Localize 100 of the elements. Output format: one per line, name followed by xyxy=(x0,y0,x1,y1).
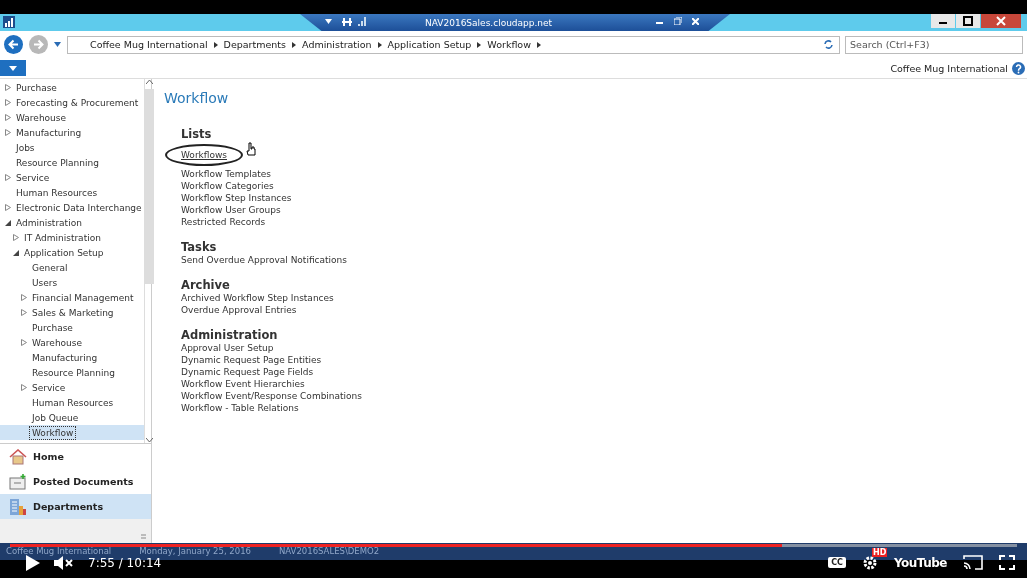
status-text: Monday, January 25, 2016 xyxy=(139,546,251,556)
time-display: 7:55 / 10:14 xyxy=(88,555,162,570)
refresh-icon[interactable] xyxy=(824,40,833,49)
expand-icon[interactable] xyxy=(21,309,27,316)
grip-icon[interactable] xyxy=(141,534,146,539)
page-link[interactable]: Restricted Records xyxy=(181,216,266,228)
expand-icon[interactable] xyxy=(5,174,11,181)
breadcrumb-link[interactable]: Application Setup xyxy=(387,39,472,50)
navigation-pane-button[interactable]: Departments xyxy=(0,494,151,519)
page-link[interactable]: Workflow Categories xyxy=(181,180,274,192)
fullscreen-icon[interactable] xyxy=(999,555,1015,570)
close-icon[interactable] xyxy=(692,18,699,25)
tree-item[interactable]: Warehouse xyxy=(30,336,85,349)
tree-item[interactable]: Warehouse xyxy=(14,111,69,124)
tree-item[interactable]: Purchase xyxy=(30,321,75,334)
expand-icon[interactable] xyxy=(21,294,27,301)
expand-icon[interactable] xyxy=(5,114,11,121)
section-heading: Administration xyxy=(181,328,279,342)
caret-icon[interactable] xyxy=(54,42,61,47)
breadcrumb-link[interactable]: Workflow xyxy=(487,39,531,50)
page-link[interactable]: Workflow - Table Relations xyxy=(181,402,299,414)
breadcrumb-link[interactable]: Administration xyxy=(302,39,372,50)
tree-item[interactable]: Job Queue xyxy=(30,411,81,424)
captions-button[interactable]: CC xyxy=(828,557,846,568)
expand-icon[interactable] xyxy=(13,234,19,241)
address-bar[interactable]: Coffee Mug International Departments Administration Application Setup Workflow xyxy=(67,35,840,54)
collapse-icon[interactable] xyxy=(13,249,19,256)
tree-item[interactable]: Purchase xyxy=(14,81,59,94)
tree-item[interactable]: Service xyxy=(30,381,68,394)
tree-item[interactable]: Resource Planning xyxy=(30,366,117,379)
play-button[interactable] xyxy=(26,554,40,571)
tree-item[interactable]: Sales & Marketing xyxy=(30,306,116,319)
breadcrumb-link[interactable]: Coffee Mug International xyxy=(90,39,208,50)
page-link[interactable]: Approval User Setup xyxy=(181,342,274,354)
quality-badge: HD xyxy=(872,547,888,557)
scroll-thumb[interactable] xyxy=(144,88,154,284)
page-link[interactable]: Overdue Approval Entries xyxy=(181,304,297,316)
minimize-icon[interactable] xyxy=(931,14,955,28)
progress-track[interactable] xyxy=(10,544,1017,547)
page-link[interactable]: Workflow Step Instances xyxy=(181,192,292,204)
status-text: NAV2016SALES\DEMO2 xyxy=(279,546,380,556)
arrow-icon xyxy=(477,41,482,48)
company-name: Coffee Mug International xyxy=(890,62,1008,74)
page-link[interactable]: Archived Workflow Step Instances xyxy=(181,292,334,304)
tree-item[interactable]: Application Setup xyxy=(22,246,106,259)
tree-item[interactable]: Electronic Data Interchange xyxy=(14,201,144,214)
page-link[interactable]: Dynamic Request Page Entities xyxy=(181,354,322,366)
section-heading: Lists xyxy=(181,127,213,141)
navigation-pane-button[interactable]: Posted Documents xyxy=(0,469,151,494)
scroll-down-icon[interactable] xyxy=(145,438,153,443)
youtube-logo[interactable]: YouTube xyxy=(894,555,947,570)
search-field[interactable]: Search (Ctrl+F3) xyxy=(845,35,1023,54)
scroll-up-icon[interactable] xyxy=(145,79,153,84)
back-button[interactable] xyxy=(4,35,23,54)
page-link[interactable]: Workflow User Groups xyxy=(181,204,281,216)
app-logo-icon xyxy=(3,16,15,28)
restore-icon[interactable] xyxy=(956,14,980,28)
volume-icon[interactable] xyxy=(54,555,74,570)
pin-icon[interactable] xyxy=(342,18,352,26)
expand-icon[interactable] xyxy=(5,99,11,106)
page-link[interactable]: Workflow Templates xyxy=(181,168,271,180)
help-icon[interactable] xyxy=(1012,61,1025,75)
tree-item[interactable]: Users xyxy=(30,276,60,289)
expand-icon[interactable] xyxy=(5,84,11,91)
signal-icon xyxy=(358,17,366,26)
tree-item[interactable]: Resource Planning xyxy=(14,156,101,169)
tree-item[interactable]: Jobs xyxy=(14,141,37,154)
page-link[interactable]: Send Overdue Approval Notifications xyxy=(181,254,347,266)
minimize-icon[interactable] xyxy=(656,22,663,25)
collapse-icon[interactable] xyxy=(5,219,11,226)
tree-item[interactable]: Forecasting & Procurement xyxy=(14,96,141,109)
page-link[interactable]: Workflow Event/Response Combinations xyxy=(181,390,362,402)
tree-item[interactable]: Manufacturing xyxy=(14,126,84,139)
page-link[interactable]: Workflow Event Hierarchies xyxy=(181,378,305,390)
section-heading: Archive xyxy=(181,278,231,292)
tree-item[interactable]: Human Resources xyxy=(14,186,100,199)
caret-icon[interactable] xyxy=(325,19,332,24)
arrow-icon xyxy=(292,41,297,48)
page-link[interactable]: Dynamic Request Page Fields xyxy=(181,366,314,378)
arrow-icon xyxy=(213,41,218,48)
expand-icon[interactable] xyxy=(5,204,11,211)
tree-item[interactable]: Administration xyxy=(14,216,84,229)
tree-item[interactable]: Human Resources xyxy=(30,396,116,409)
navigation-pane-button[interactable]: Home xyxy=(0,444,151,469)
tree-item[interactable]: IT Administration xyxy=(22,231,103,244)
breadcrumb-link[interactable]: Departments xyxy=(223,39,287,50)
scrollbar[interactable] xyxy=(143,79,154,443)
menu-button[interactable] xyxy=(0,60,26,76)
expand-icon[interactable] xyxy=(21,339,27,346)
tree-item[interactable]: General xyxy=(30,261,70,274)
settings-icon[interactable] xyxy=(862,554,878,571)
expand-icon[interactable] xyxy=(21,384,27,391)
building-icon xyxy=(9,497,27,516)
cast-icon[interactable] xyxy=(963,555,983,570)
tree-item[interactable]: Financial Management xyxy=(30,291,136,304)
expand-icon[interactable] xyxy=(5,129,11,136)
close-icon[interactable] xyxy=(981,14,1021,28)
page-link[interactable]: Workflows xyxy=(165,144,243,166)
tree-item[interactable]: Service xyxy=(14,171,52,184)
tree-item[interactable]: Manufacturing xyxy=(30,351,100,364)
